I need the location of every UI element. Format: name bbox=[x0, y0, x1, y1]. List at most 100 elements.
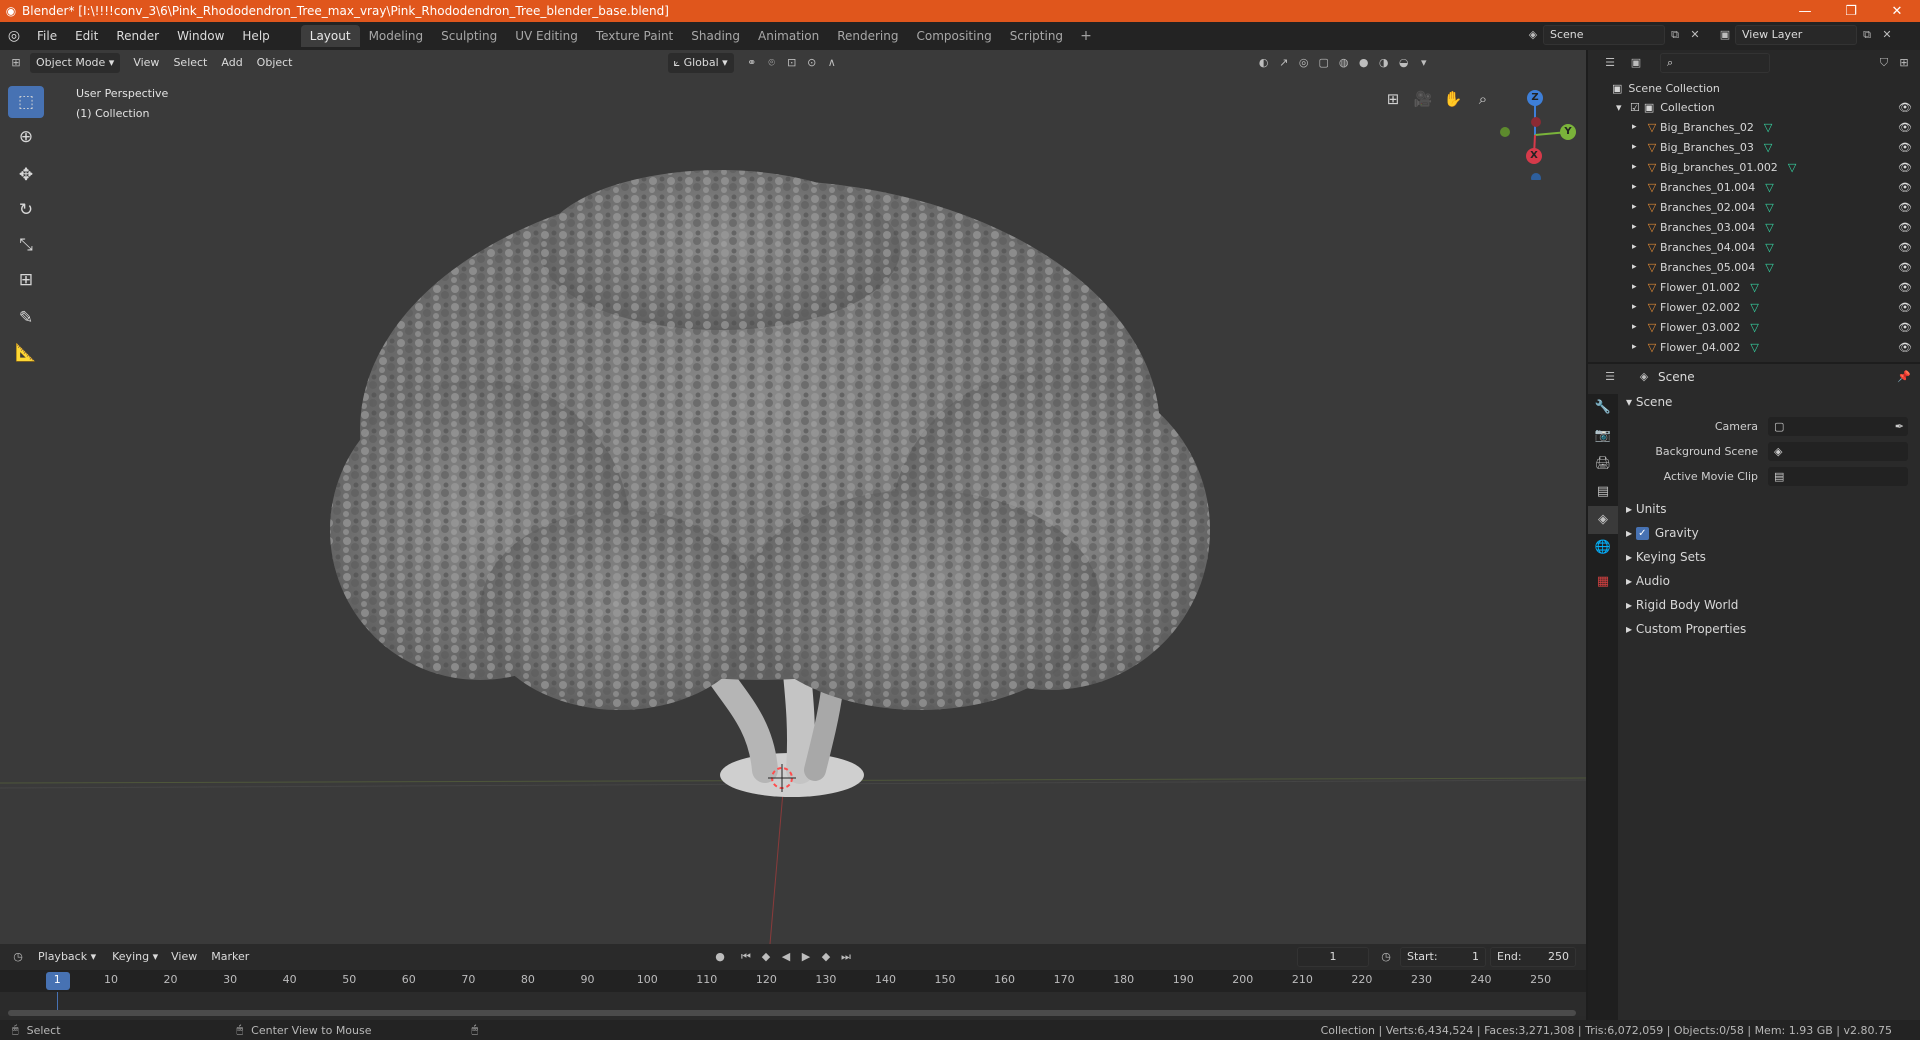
collection-row[interactable]: ▾ ☑ ▣ Collection 👁 bbox=[1588, 97, 1920, 117]
visibility-eye-icon[interactable]: 👁 bbox=[1898, 201, 1912, 214]
timeline-editor-type-icon[interactable]: ◷ bbox=[8, 947, 28, 967]
current-frame-field[interactable]: 1 bbox=[1297, 947, 1369, 967]
tab-modeling[interactable]: Modeling bbox=[360, 25, 433, 47]
delete-scene-icon[interactable]: ✕ bbox=[1685, 25, 1705, 45]
visibility-eye-icon[interactable]: 👁 bbox=[1898, 341, 1912, 354]
outliner-item[interactable]: ▸ ▽ Branches_04.004 ▽ 👁 bbox=[1588, 237, 1920, 257]
outliner-item[interactable]: ▸ ▽ Branches_03.004 ▽ 👁 bbox=[1588, 217, 1920, 237]
close-button[interactable]: ✕ bbox=[1874, 4, 1920, 19]
menu-window[interactable]: Window bbox=[168, 22, 233, 50]
custom-properties-panel[interactable]: ▸ Custom Properties bbox=[1618, 617, 1920, 641]
tool-tab-icon[interactable]: 🔧 bbox=[1588, 394, 1618, 422]
tab-layout[interactable]: Layout bbox=[300, 25, 360, 47]
expand-item-icon[interactable]: ▸ bbox=[1632, 182, 1644, 192]
expand-item-icon[interactable]: ▸ bbox=[1632, 282, 1644, 292]
pin-icon[interactable]: 📌 bbox=[1894, 367, 1914, 387]
camera-field[interactable]: ▢ ✒ bbox=[1768, 417, 1908, 436]
expand-item-icon[interactable]: ▸ bbox=[1632, 302, 1644, 312]
expand-item-icon[interactable]: ▸ bbox=[1632, 162, 1644, 172]
visibility-eye-icon[interactable]: 👁 bbox=[1898, 301, 1912, 314]
move-tool-icon[interactable]: ✥ bbox=[8, 159, 44, 191]
timeline-scrollbar[interactable] bbox=[8, 1010, 1576, 1016]
camera-view-icon[interactable]: 🎥 bbox=[1410, 86, 1436, 112]
add-workspace-button[interactable]: + bbox=[1072, 28, 1100, 44]
eyedropper-icon[interactable]: ✒ bbox=[1895, 417, 1904, 436]
new-scene-icon[interactable]: ⧉ bbox=[1665, 25, 1685, 45]
mesh-data-icon[interactable]: ▽ bbox=[1764, 121, 1772, 134]
mesh-data-icon[interactable]: ▽ bbox=[1765, 241, 1773, 254]
blender-logo-icon[interactable]: ◎ bbox=[0, 28, 28, 44]
maximize-button[interactable]: ❐ bbox=[1828, 4, 1874, 19]
gizmo-z-axis[interactable]: Z bbox=[1527, 90, 1543, 106]
play-reverse-icon[interactable]: ◀ bbox=[776, 947, 796, 967]
world-tab-icon[interactable]: 🌐 bbox=[1588, 534, 1618, 562]
visibility-eye-icon[interactable]: 👁 bbox=[1898, 221, 1912, 234]
tab-sculpting[interactable]: Sculpting bbox=[432, 25, 506, 47]
output-tab-icon[interactable]: 🖨 bbox=[1588, 450, 1618, 478]
visibility-eye-icon[interactable]: 👁 bbox=[1898, 321, 1912, 334]
menu-render[interactable]: Render bbox=[107, 22, 168, 50]
measure-tool-icon[interactable]: 📐 bbox=[8, 337, 44, 369]
visibility-eye-icon[interactable]: 👁 bbox=[1898, 161, 1912, 174]
visibility-eye-icon[interactable]: 👁 bbox=[1898, 261, 1912, 274]
active-movie-clip-field[interactable]: ▤ bbox=[1768, 467, 1908, 486]
texture-tab-icon[interactable]: ▦ bbox=[1588, 568, 1618, 596]
units-panel[interactable]: ▸ Units bbox=[1618, 497, 1920, 521]
outliner-search-input[interactable]: ⌕ bbox=[1660, 53, 1770, 73]
scene-name-field[interactable]: Scene bbox=[1543, 25, 1665, 45]
timeline-marker-menu[interactable]: Marker bbox=[204, 947, 256, 967]
tab-texture-paint[interactable]: Texture Paint bbox=[587, 25, 682, 47]
menu-file[interactable]: File bbox=[28, 22, 66, 50]
new-view-layer-icon[interactable]: ⧉ bbox=[1857, 25, 1877, 45]
preview-range-icon[interactable]: ◷ bbox=[1376, 947, 1396, 967]
jump-end-icon[interactable]: ⏭ bbox=[836, 947, 856, 967]
tab-rendering[interactable]: Rendering bbox=[828, 25, 907, 47]
new-collection-icon[interactable]: ⊞ bbox=[1894, 53, 1914, 73]
scene-collection-row[interactable]: ▣ Scene Collection bbox=[1588, 78, 1920, 98]
render-tab-icon[interactable]: 📷 bbox=[1588, 422, 1618, 450]
timeline-ruler[interactable]: 1 10 20 30 40 50 60 70 80 90 100 110 120 130 140 150 160… bbox=[0, 970, 1586, 992]
transform-tool-icon[interactable]: ⊞ bbox=[8, 264, 44, 296]
record-icon[interactable]: ● bbox=[710, 947, 730, 967]
mesh-data-icon[interactable]: ▽ bbox=[1750, 321, 1758, 334]
next-keyframe-icon[interactable]: ◆ bbox=[816, 947, 836, 967]
pan-hand-icon[interactable]: ✋ bbox=[1440, 86, 1466, 112]
mesh-data-icon[interactable]: ▽ bbox=[1765, 261, 1773, 274]
gizmo-x-axis[interactable]: X bbox=[1526, 148, 1542, 164]
playback-menu[interactable]: Playback ▾ bbox=[32, 947, 102, 967]
filter-icon[interactable]: ⛉ bbox=[1874, 53, 1894, 73]
timeline-view-menu[interactable]: View bbox=[164, 947, 204, 967]
expand-item-icon[interactable]: ▸ bbox=[1632, 122, 1644, 132]
jump-start-icon[interactable]: ⏮ bbox=[736, 947, 756, 967]
play-icon[interactable]: ▶ bbox=[796, 947, 816, 967]
mesh-data-icon[interactable]: ▽ bbox=[1750, 281, 1758, 294]
scene-tab-icon[interactable]: ◈ bbox=[1588, 506, 1618, 534]
outliner-item[interactable]: ▸ ▽ Big_Branches_02 ▽ 👁 bbox=[1588, 117, 1920, 137]
gravity-panel[interactable]: ▸ ✓ Gravity bbox=[1618, 521, 1920, 545]
minimize-button[interactable]: — bbox=[1782, 4, 1828, 19]
scale-tool-icon[interactable]: ⤡ bbox=[8, 229, 44, 261]
outliner-item[interactable]: ▸ ▽ Branches_05.004 ▽ 👁 bbox=[1588, 257, 1920, 277]
select-box-tool-icon[interactable]: ⬚ bbox=[8, 86, 44, 118]
annotate-tool-icon[interactable]: ✎ bbox=[8, 302, 44, 334]
visibility-eye-icon[interactable]: 👁 bbox=[1898, 281, 1912, 294]
properties-editor-type-icon[interactable]: ☰ bbox=[1600, 367, 1620, 387]
mesh-data-icon[interactable]: ▽ bbox=[1765, 221, 1773, 234]
audio-panel[interactable]: ▸ Audio bbox=[1618, 569, 1920, 593]
prev-keyframe-icon[interactable]: ◆ bbox=[756, 947, 776, 967]
mesh-data-icon[interactable]: ▽ bbox=[1765, 181, 1773, 194]
outliner-item[interactable]: ▸ ▽ Branches_01.004 ▽ 👁 bbox=[1588, 177, 1920, 197]
background-scene-field[interactable]: ◈ bbox=[1768, 442, 1908, 461]
outliner-editor-type-icon[interactable]: ☰ bbox=[1600, 53, 1620, 73]
mesh-data-icon[interactable]: ▽ bbox=[1788, 161, 1796, 174]
outliner-item[interactable]: ▸ ▽ Flower_04.002 ▽ 👁 bbox=[1588, 337, 1920, 357]
visibility-eye-icon[interactable]: 👁 bbox=[1898, 141, 1912, 154]
3d-viewport[interactable]: ⊞ Object Mode ▾ View Select Add Object ⟀… bbox=[0, 50, 1586, 944]
rigid-body-world-panel[interactable]: ▸ Rigid Body World bbox=[1618, 593, 1920, 617]
expand-item-icon[interactable]: ▸ bbox=[1632, 322, 1644, 332]
mesh-data-icon[interactable]: ▽ bbox=[1765, 201, 1773, 214]
delete-view-layer-icon[interactable]: ✕ bbox=[1877, 25, 1897, 45]
collection-visibility-eye-icon[interactable]: 👁 bbox=[1898, 101, 1912, 114]
mesh-data-icon[interactable]: ▽ bbox=[1750, 341, 1758, 354]
expand-item-icon[interactable]: ▸ bbox=[1632, 342, 1644, 352]
